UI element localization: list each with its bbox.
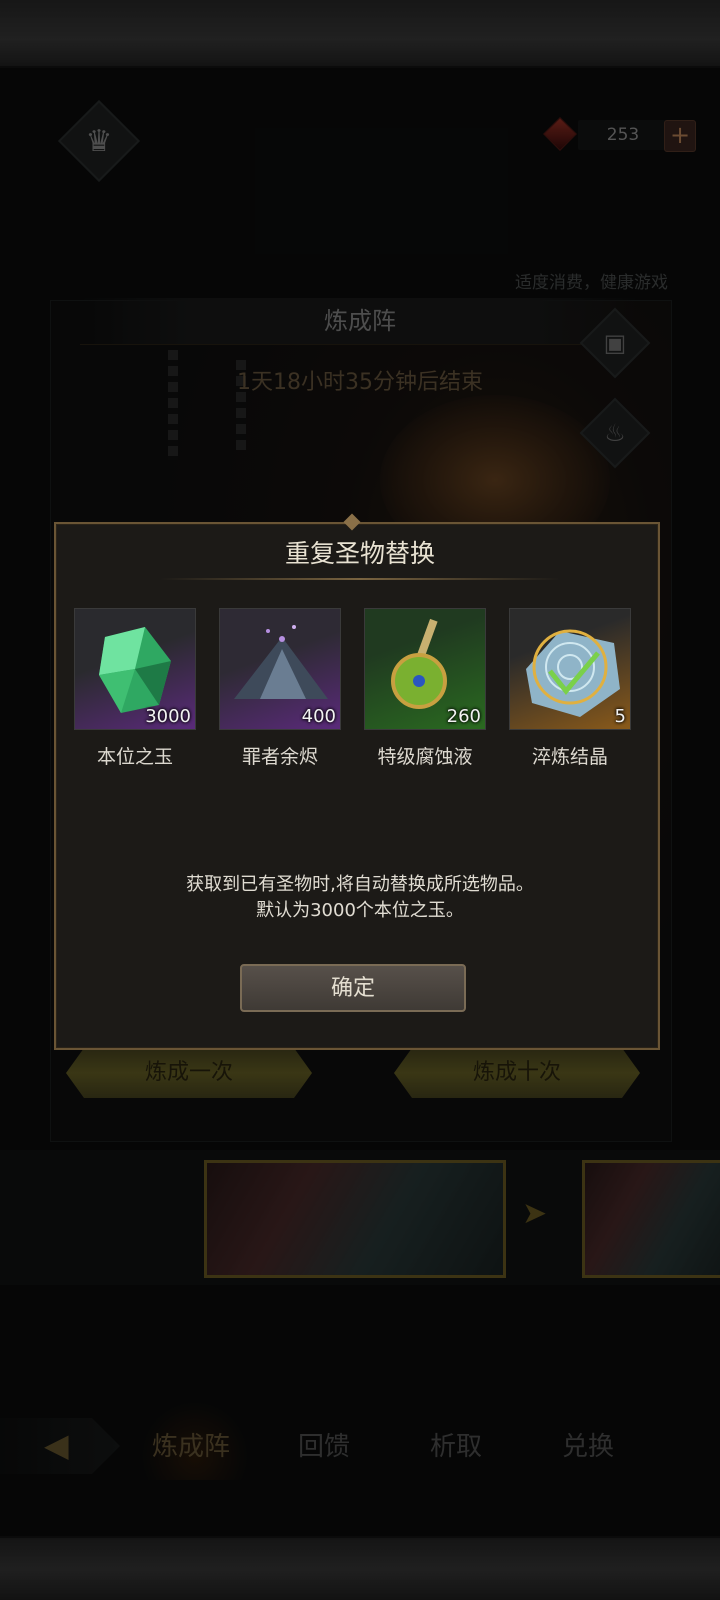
- rune-stone-icon: [526, 629, 620, 717]
- item-slot-crystal[interactable]: 5: [509, 608, 631, 730]
- item-name: 特级腐蚀液: [377, 746, 473, 768]
- item-name: 罪者余烬: [241, 746, 318, 768]
- dialog-title: 重复圣物替换: [284, 539, 435, 568]
- item-quantity: 3000: [145, 706, 191, 727]
- item-quantity: 5: [614, 706, 626, 727]
- confirm-button[interactable]: 确定: [240, 964, 466, 1012]
- title-divider: [160, 578, 560, 580]
- item-slot-potion[interactable]: 260: [364, 608, 486, 730]
- item-quantity: 400: [301, 706, 336, 727]
- item-name: 淬炼结晶: [531, 746, 608, 768]
- dialog-description: 获取到已有圣物时,将自动替换成所选物品。: [186, 874, 534, 895]
- item-quantity: 260: [446, 706, 481, 727]
- dialog-default-note: 默认为3000个本位之玉。: [256, 900, 464, 921]
- item-name: 本位之玉: [96, 746, 173, 768]
- item-slot-jade[interactable]: 3000: [74, 608, 196, 730]
- item-slot-ember[interactable]: 400: [219, 608, 341, 730]
